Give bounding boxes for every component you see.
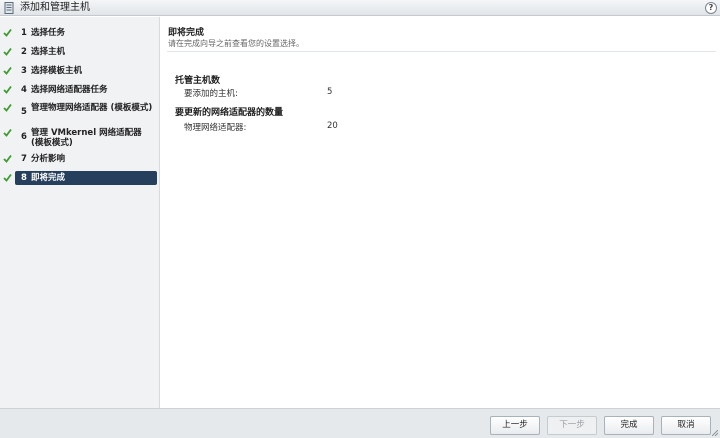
check-icon: [3, 128, 12, 137]
step-number: 8: [21, 173, 27, 183]
step-number: 3: [21, 66, 27, 76]
next-button[interactable]: 下一步: [547, 416, 597, 435]
help-button[interactable]: ?: [705, 2, 717, 14]
page-subtitle: 请在完成向导之前查看您的设置选择。: [168, 39, 304, 48]
back-button[interactable]: 上一步: [490, 416, 540, 435]
window-title: 添加和管理主机: [20, 2, 90, 13]
step-number: 2: [21, 47, 27, 57]
section-adapters-to-update: 要更新的网络适配器的数量: [175, 108, 284, 118]
row-label-physical-adapters: 物理网络适配器:: [184, 123, 247, 133]
step-number: 6: [21, 132, 27, 142]
step-label: 管理物理网络适配器 (模板模式): [31, 103, 153, 113]
check-icon: [3, 28, 12, 37]
step-manage-physical-adapters[interactable]: 5 管理物理网络适配器 (模板模式): [3, 103, 157, 125]
divider: [167, 51, 716, 52]
check-icon: [3, 173, 12, 182]
check-icon: [3, 154, 12, 163]
step-label: 即将完成: [31, 173, 66, 183]
host-icon: [4, 2, 14, 14]
row-value-hosts-to-add: 5: [327, 87, 333, 97]
step-label: 选择模板主机: [31, 66, 83, 76]
resize-grip-icon[interactable]: [712, 430, 718, 436]
step-ready-to-complete[interactable]: 8 即将完成: [3, 171, 157, 185]
wizard-steps-sidebar: 1 选择任务 2 选择主机 3 选择模板主机 4 选择网络适配器任务 5 管理物…: [0, 17, 160, 408]
row-value-physical-adapters: 20: [327, 121, 338, 131]
step-label: 选择主机: [31, 47, 66, 57]
page-title: 即将完成: [168, 28, 205, 38]
step-number: 1: [21, 28, 27, 38]
step-number: 7: [21, 154, 27, 164]
check-icon: [3, 47, 12, 56]
step-manage-vmkernel-adapters[interactable]: 6 管理 VMkernel 网络适配器 (模板模式): [3, 128, 157, 150]
check-icon: [3, 66, 12, 75]
step-label: 分析影响: [31, 154, 66, 164]
step-label: 选择网络适配器任务: [31, 85, 108, 95]
step-number: 4: [21, 85, 27, 95]
main-content: 即将完成 请在完成向导之前查看您的设置选择。 托管主机数 要添加的主机: 5 要…: [161, 17, 720, 408]
finish-button[interactable]: 完成: [604, 416, 654, 435]
check-icon: [3, 103, 12, 112]
row-label-hosts-to-add: 要添加的主机:: [184, 89, 238, 99]
section-managed-hosts: 托管主机数: [175, 76, 221, 86]
cancel-button[interactable]: 取消: [661, 416, 711, 435]
step-label: 管理 VMkernel 网络适配器 (模板模式): [31, 128, 142, 148]
title-bar: 添加和管理主机 ?: [0, 0, 720, 16]
check-icon: [3, 85, 12, 94]
step-number: 5: [21, 107, 27, 117]
wizard-footer: 上一步 下一步 完成 取消: [0, 408, 720, 438]
step-label: 选择任务: [31, 28, 66, 38]
